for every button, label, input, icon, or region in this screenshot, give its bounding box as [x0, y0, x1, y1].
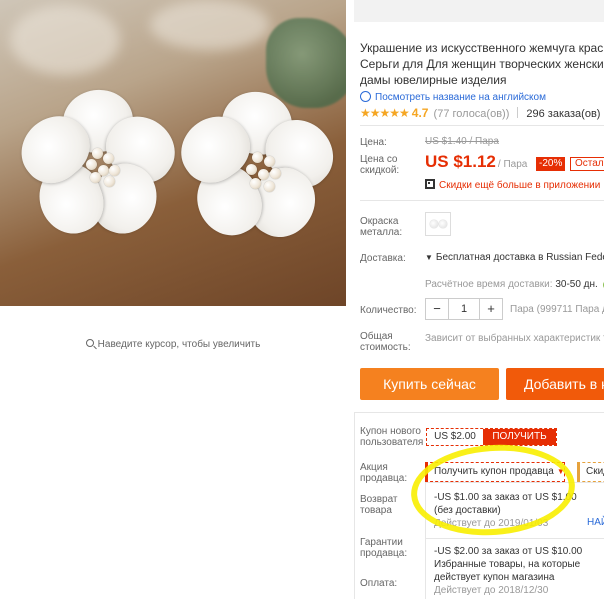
- rating-row: ★★★★★ 4.7 (77 голоса(ов)) 296 заказа(ов): [360, 106, 600, 120]
- total-cost-label: Общая стоимость:: [360, 331, 411, 353]
- background-bokeh: [10, 5, 120, 75]
- shipping-label: Доставка:: [360, 253, 406, 264]
- quantity-increase-button[interactable]: +: [480, 299, 502, 319]
- magnifier-icon: [85, 339, 94, 347]
- quantity-label: Количество:: [360, 305, 417, 316]
- payment-label: Оплата:: [360, 578, 398, 589]
- product-title-line: Серьги для Для женщин творческих женский: [360, 57, 604, 71]
- new-user-coupon: US $2.00 ПОЛУЧИТЬ: [426, 428, 557, 446]
- price-value: US $1.12: [425, 152, 496, 171]
- product-info-panel: Украшение из искусственного жемчуга крас…: [346, 0, 604, 599]
- product-main-image[interactable]: [0, 0, 346, 306]
- earring-left: [8, 85, 188, 243]
- shipping-text: Бесплатная доставка в Russian Federa: [435, 252, 604, 263]
- product-title-line: дамы ювелирные изделия: [360, 73, 507, 87]
- current-price: US $1.12/ Пара: [425, 152, 527, 172]
- total-cost-note: Зависит от выбранных характеристик това: [425, 333, 604, 344]
- stock-countdown: Остало: [570, 157, 604, 171]
- get-coupon-link[interactable]: НАЙ: [587, 517, 604, 528]
- guarantee-label: Гарантии продавца:: [360, 537, 408, 559]
- shipping-time-label: Расчётное время доставки:: [425, 279, 553, 290]
- top-bar: [354, 0, 604, 22]
- buy-now-button[interactable]: Купить сейчас: [360, 368, 499, 400]
- get-coupon-button[interactable]: ПОЛУЧИТЬ: [483, 429, 556, 445]
- color-label: Окраска металла:: [360, 216, 403, 238]
- seller-coupon-text: Получить купон продавца: [434, 466, 554, 477]
- app-discount-link[interactable]: Скидки ещё больше в приложении▼: [425, 179, 604, 191]
- translate-icon: [360, 91, 371, 102]
- coupon-option[interactable]: -US $1.00 за заказ от US $1.00 (без дост…: [434, 491, 577, 530]
- coupon-condition: -US $1.00 за заказ от US $1.00: [434, 492, 577, 503]
- quantity-decrease-button[interactable]: −: [426, 299, 448, 319]
- coupon-condition: действует купон магазина: [434, 572, 555, 583]
- shipping-selector[interactable]: ▼ Бесплатная доставка в Russian Federa: [425, 252, 604, 263]
- divider: [426, 538, 604, 539]
- other-promo-tag[interactable]: Скид: [577, 462, 604, 482]
- coupon-validity: Действует до 2018/12/30: [434, 585, 549, 596]
- get-seller-coupon-button[interactable]: Получить купон продавца ▼: [425, 462, 565, 482]
- product-title: Украшение из искусственного жемчуга крас…: [360, 40, 604, 88]
- product-title-line: Украшение из искусственного жемчуга крас…: [360, 41, 604, 55]
- app-promo-text: Скидки ещё больше в приложении: [439, 180, 601, 191]
- divider: [360, 125, 604, 126]
- new-user-coupon-amount: US $2.00: [427, 429, 483, 445]
- shipping-time: Расчётное время доставки: 30-50 дн. ?: [425, 279, 604, 290]
- divider: [360, 200, 604, 201]
- discount-price-label: Цена со скидкой:: [360, 154, 400, 176]
- coupon-condition: Избранные товары, на которые: [434, 559, 581, 570]
- seller-promo-label: Акция продавца:: [360, 462, 408, 484]
- chevron-down-icon: ▼: [425, 253, 433, 262]
- color-swatch-option[interactable]: [425, 212, 451, 236]
- quantity-input[interactable]: 1: [448, 299, 480, 319]
- discount-badge: -20%: [536, 157, 566, 171]
- add-to-cart-button[interactable]: Добавить в к: [506, 368, 604, 400]
- coupon-condition: -US $2.00 за заказ от US $10.00: [434, 546, 583, 557]
- shipping-time-value: 30-50 дн.: [555, 279, 598, 290]
- old-price: US $1.40 / Пара: [425, 136, 499, 147]
- background-bokeh: [150, 0, 270, 50]
- chevron-down-icon: ▼: [556, 467, 565, 476]
- zoom-hint: Наведите курсор, чтобы увеличить: [0, 339, 346, 350]
- divider: [517, 107, 519, 118]
- coupon-condition: (без доставки): [434, 505, 501, 516]
- return-label: Возврат товара: [360, 494, 398, 516]
- quantity-stepper: − 1 +: [425, 298, 503, 320]
- translate-link-text: Посмотреть название на английском: [375, 92, 546, 103]
- orders-count: 296 заказа(ов): [526, 108, 601, 120]
- availability-text: Пара (999711 Пара д: [510, 304, 604, 315]
- coupon-option[interactable]: -US $2.00 за заказ от US $10.00 Избранны…: [434, 545, 582, 597]
- seller-coupon-dropdown: -US $1.00 за заказ от US $1.00 (без дост…: [425, 482, 604, 599]
- coupon-validity: Действует до 2019/01/03: [434, 518, 549, 529]
- star-rating-icon: ★★★★★: [360, 106, 410, 120]
- price-unit: / Пара: [497, 159, 528, 170]
- price-label: Цена:: [360, 137, 387, 148]
- qr-code-icon: [425, 179, 435, 189]
- rating-votes-link[interactable]: (77 голоса(ов)): [434, 108, 510, 120]
- earring-right: [168, 86, 346, 249]
- new-user-coupon-label: Купон нового пользователя: [360, 426, 424, 448]
- rating-score: 4.7: [411, 106, 429, 120]
- zoom-hint-text: Наведите курсор, чтобы увеличить: [97, 339, 261, 350]
- translate-title-link[interactable]: Посмотреть название на английском: [360, 91, 546, 103]
